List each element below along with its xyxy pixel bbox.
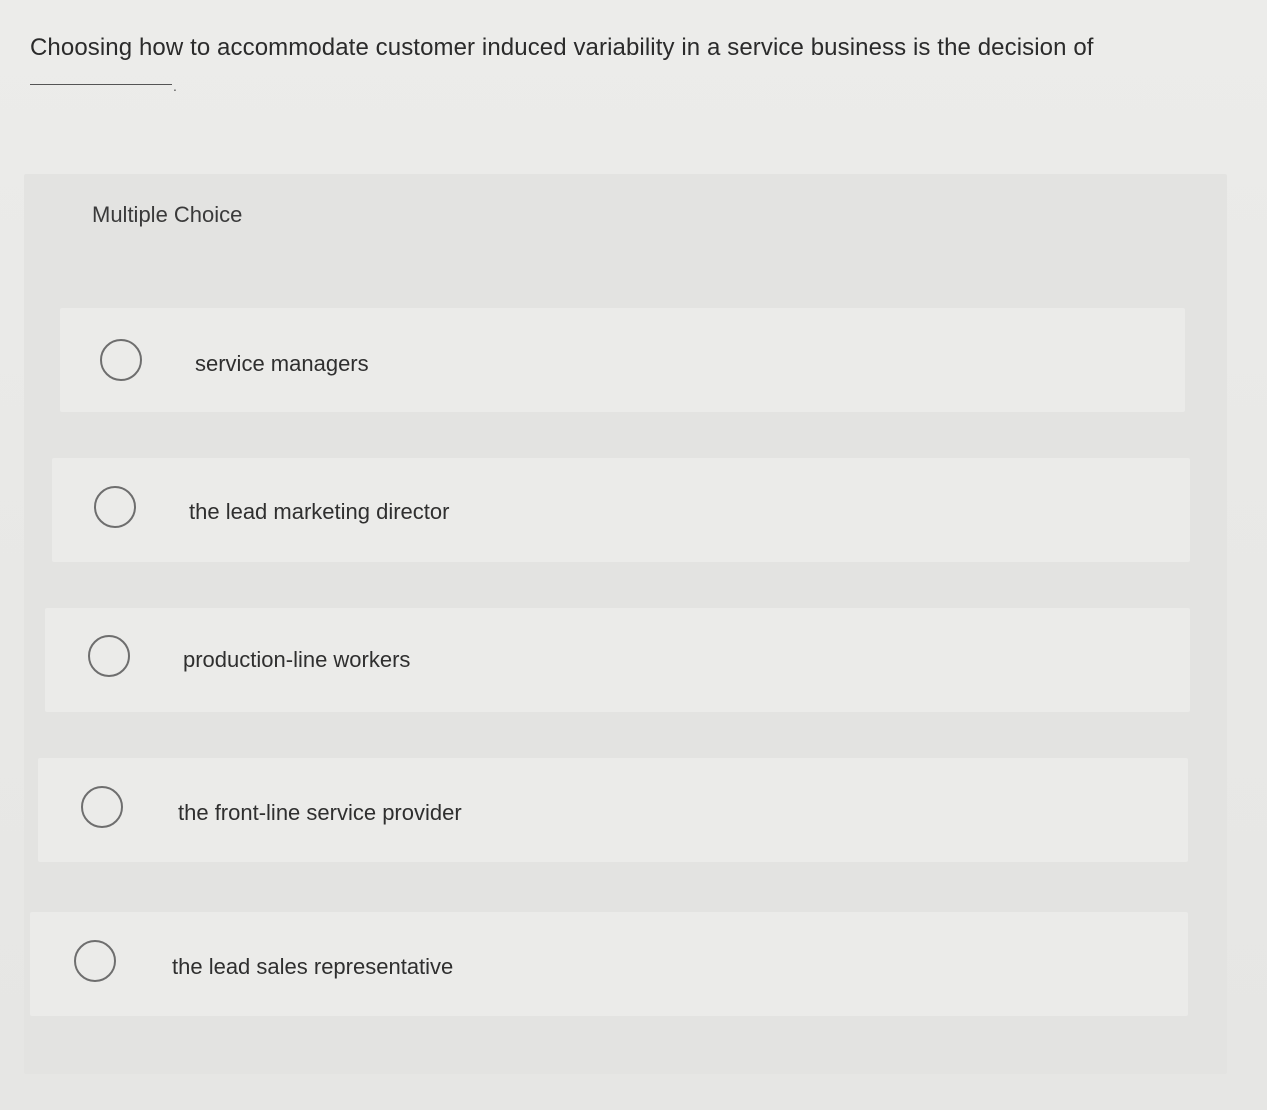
- radio-button-icon[interactable]: [81, 786, 123, 828]
- option-label: the front-line service provider: [178, 800, 462, 825]
- blank-period: .: [173, 78, 177, 94]
- answer-blank: .: [30, 76, 180, 94]
- radio-button-icon[interactable]: [74, 940, 116, 982]
- option-label: the lead marketing director: [189, 499, 450, 524]
- radio-button-icon[interactable]: [100, 339, 142, 381]
- section-label: Multiple Choice: [92, 202, 243, 227]
- option-label: production-line workers: [183, 647, 411, 672]
- question-text: Choosing how to accommodate customer ind…: [30, 34, 1094, 61]
- radio-button-icon[interactable]: [88, 635, 130, 677]
- option-label: the lead sales representative: [172, 954, 454, 979]
- blank-line: [30, 84, 172, 85]
- option-label: service managers: [195, 351, 369, 376]
- radio-button-icon[interactable]: [94, 486, 136, 528]
